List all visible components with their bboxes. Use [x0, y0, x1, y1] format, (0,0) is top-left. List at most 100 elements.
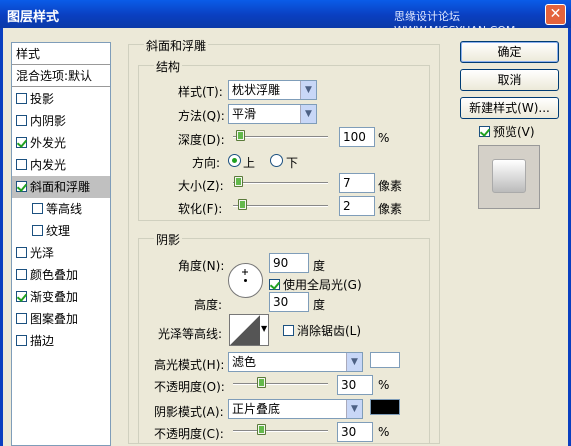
cancel-button[interactable]: 取消	[460, 69, 559, 91]
list-item-texture[interactable]: 纹理	[12, 220, 110, 242]
list-item-drop-shadow[interactable]: 投影	[12, 88, 110, 110]
checkbox-contour[interactable]	[32, 203, 43, 214]
crosshair-icon	[242, 269, 248, 282]
highlight-opacity-unit: %	[378, 378, 390, 392]
anti-alias-checkbox[interactable]: 消除锯齿(L)	[283, 322, 361, 339]
soften-value: 2	[343, 199, 351, 213]
shadow-mode-label: 阴影模式(A):	[154, 405, 224, 419]
size-slider-track[interactable]	[233, 182, 328, 184]
highlight-mode-label: 高光模式(H):	[154, 358, 225, 372]
list-item-label: 混合选项:默认	[16, 69, 93, 83]
checkbox-gradient-overlay[interactable]	[16, 291, 27, 302]
checkbox-outer-glow[interactable]	[16, 137, 27, 148]
new-style-button[interactable]: 新建样式(W)...	[460, 97, 559, 119]
shadow-opacity-label: 不透明度(C):	[154, 427, 224, 441]
close-icon: ✕	[549, 6, 562, 22]
checkbox-texture[interactable]	[32, 225, 43, 236]
checkbox-color-overlay[interactable]	[16, 269, 27, 280]
list-item-pattern-overlay[interactable]: 图案叠加	[12, 308, 110, 330]
depth-slider-thumb[interactable]	[236, 130, 245, 141]
list-item-styles[interactable]: 样式	[12, 43, 110, 65]
checkbox-bevel-emboss[interactable]	[16, 181, 27, 192]
depth-unit: %	[378, 131, 390, 145]
shadow-color-swatch[interactable]	[370, 399, 400, 415]
depth-input[interactable]: 100	[339, 127, 375, 147]
soften-slider-thumb[interactable]	[238, 199, 247, 210]
list-item-inner-glow[interactable]: 内发光	[12, 154, 110, 176]
checkbox-pattern-overlay[interactable]	[16, 313, 27, 324]
highlight-color-swatch[interactable]	[370, 352, 400, 368]
angle-dial[interactable]	[228, 263, 263, 298]
altitude-unit: 度	[313, 298, 326, 312]
list-item-label: 颜色叠加	[30, 268, 79, 282]
altitude-label: 高度:	[194, 298, 223, 312]
structure-group-title: 结构	[154, 58, 183, 75]
dialog-titlebar: 图层样式 思缘设计论坛 WWW.MISSYUAN.COM ✕	[0, 0, 571, 37]
size-label: 大小(Z):	[178, 179, 224, 193]
global-light-label: 使用全局光(G)	[283, 278, 362, 292]
style-preview	[478, 145, 540, 209]
ok-button[interactable]: 确定	[460, 41, 559, 63]
contour-curve-icon	[230, 315, 260, 345]
global-light-checkbox[interactable]: 使用全局光(G)	[269, 276, 362, 293]
depth-slider-track[interactable]	[233, 136, 328, 138]
list-item-stroke[interactable]: 描边	[12, 330, 110, 352]
list-item-inner-shadow[interactable]: 内阴影	[12, 110, 110, 132]
list-item-label: 斜面和浮雕	[30, 180, 91, 194]
highlight-mode-select[interactable]: 滤色 ▼	[228, 352, 363, 372]
preview-check[interactable]	[479, 126, 490, 137]
style-select[interactable]: 枕状浮雕 ▼	[228, 80, 317, 100]
gloss-contour-picker[interactable]: ▼	[229, 314, 269, 346]
technique-select[interactable]: 平滑 ▼	[228, 104, 317, 124]
style-label: 样式(T):	[178, 85, 223, 99]
list-item-bevel-emboss[interactable]: 斜面和浮雕	[12, 176, 110, 198]
soften-input[interactable]: 2	[339, 196, 375, 216]
highlight-opacity-input[interactable]: 30	[337, 375, 373, 395]
highlight-opacity-slider-thumb[interactable]	[257, 377, 266, 388]
preview-checkbox[interactable]: 预览(V)	[479, 123, 535, 140]
soften-unit: 像素	[378, 202, 403, 216]
shadow-mode-value: 正片叠底	[232, 402, 281, 416]
list-item-label: 图案叠加	[30, 312, 79, 326]
list-item-label: 内阴影	[30, 114, 67, 128]
angle-input[interactable]: 90	[269, 253, 309, 273]
list-item-label: 纹理	[46, 224, 71, 238]
bevel-emboss-group-title: 斜面和浮雕	[144, 37, 209, 54]
list-item-label: 等高线	[46, 202, 83, 216]
size-input[interactable]: 7	[339, 173, 375, 193]
soften-label: 软化(F):	[178, 202, 223, 216]
shadow-opacity-slider-track[interactable]	[233, 430, 328, 432]
chevron-down-icon: ▼	[261, 324, 268, 333]
shadow-opacity-unit: %	[378, 425, 390, 439]
direction-up-radio[interactable]	[228, 154, 241, 167]
list-item-color-overlay[interactable]: 颜色叠加	[12, 264, 110, 286]
list-item-blending-options[interactable]: 混合选项:默认	[12, 65, 110, 87]
global-light-check[interactable]	[269, 279, 280, 290]
direction-down-radio[interactable]	[270, 154, 283, 167]
checkbox-inner-glow[interactable]	[16, 159, 27, 170]
list-item-satin[interactable]: 光泽	[12, 242, 110, 264]
list-item-gradient-overlay[interactable]: 渐变叠加	[12, 286, 110, 308]
shadow-opacity-value: 30	[341, 425, 357, 439]
list-item-label: 光泽	[30, 246, 55, 260]
highlight-opacity-slider-track[interactable]	[233, 383, 328, 385]
shadow-opacity-input[interactable]: 30	[337, 422, 373, 442]
checkbox-satin[interactable]	[16, 247, 27, 258]
list-item-label: 外发光	[30, 136, 67, 150]
angle-value: 90	[273, 256, 289, 270]
list-item-outer-glow[interactable]: 外发光	[12, 132, 110, 154]
shadow-opacity-slider-thumb[interactable]	[257, 424, 266, 435]
size-slider-thumb[interactable]	[234, 176, 243, 187]
list-item-contour[interactable]: 等高线	[12, 198, 110, 220]
chevron-down-icon: ▼	[346, 400, 362, 418]
checkbox-inner-shadow[interactable]	[16, 115, 27, 126]
checkbox-drop-shadow[interactable]	[16, 93, 27, 104]
shadow-mode-select[interactable]: 正片叠底 ▼	[228, 399, 363, 419]
checkbox-stroke[interactable]	[16, 335, 27, 346]
chevron-down-icon: ▼	[300, 81, 316, 99]
chevron-down-icon: ▼	[346, 353, 362, 371]
close-button[interactable]: ✕	[545, 4, 566, 25]
soften-slider-track[interactable]	[233, 205, 328, 207]
anti-alias-check[interactable]	[283, 325, 294, 336]
altitude-input[interactable]: 30	[269, 292, 309, 312]
